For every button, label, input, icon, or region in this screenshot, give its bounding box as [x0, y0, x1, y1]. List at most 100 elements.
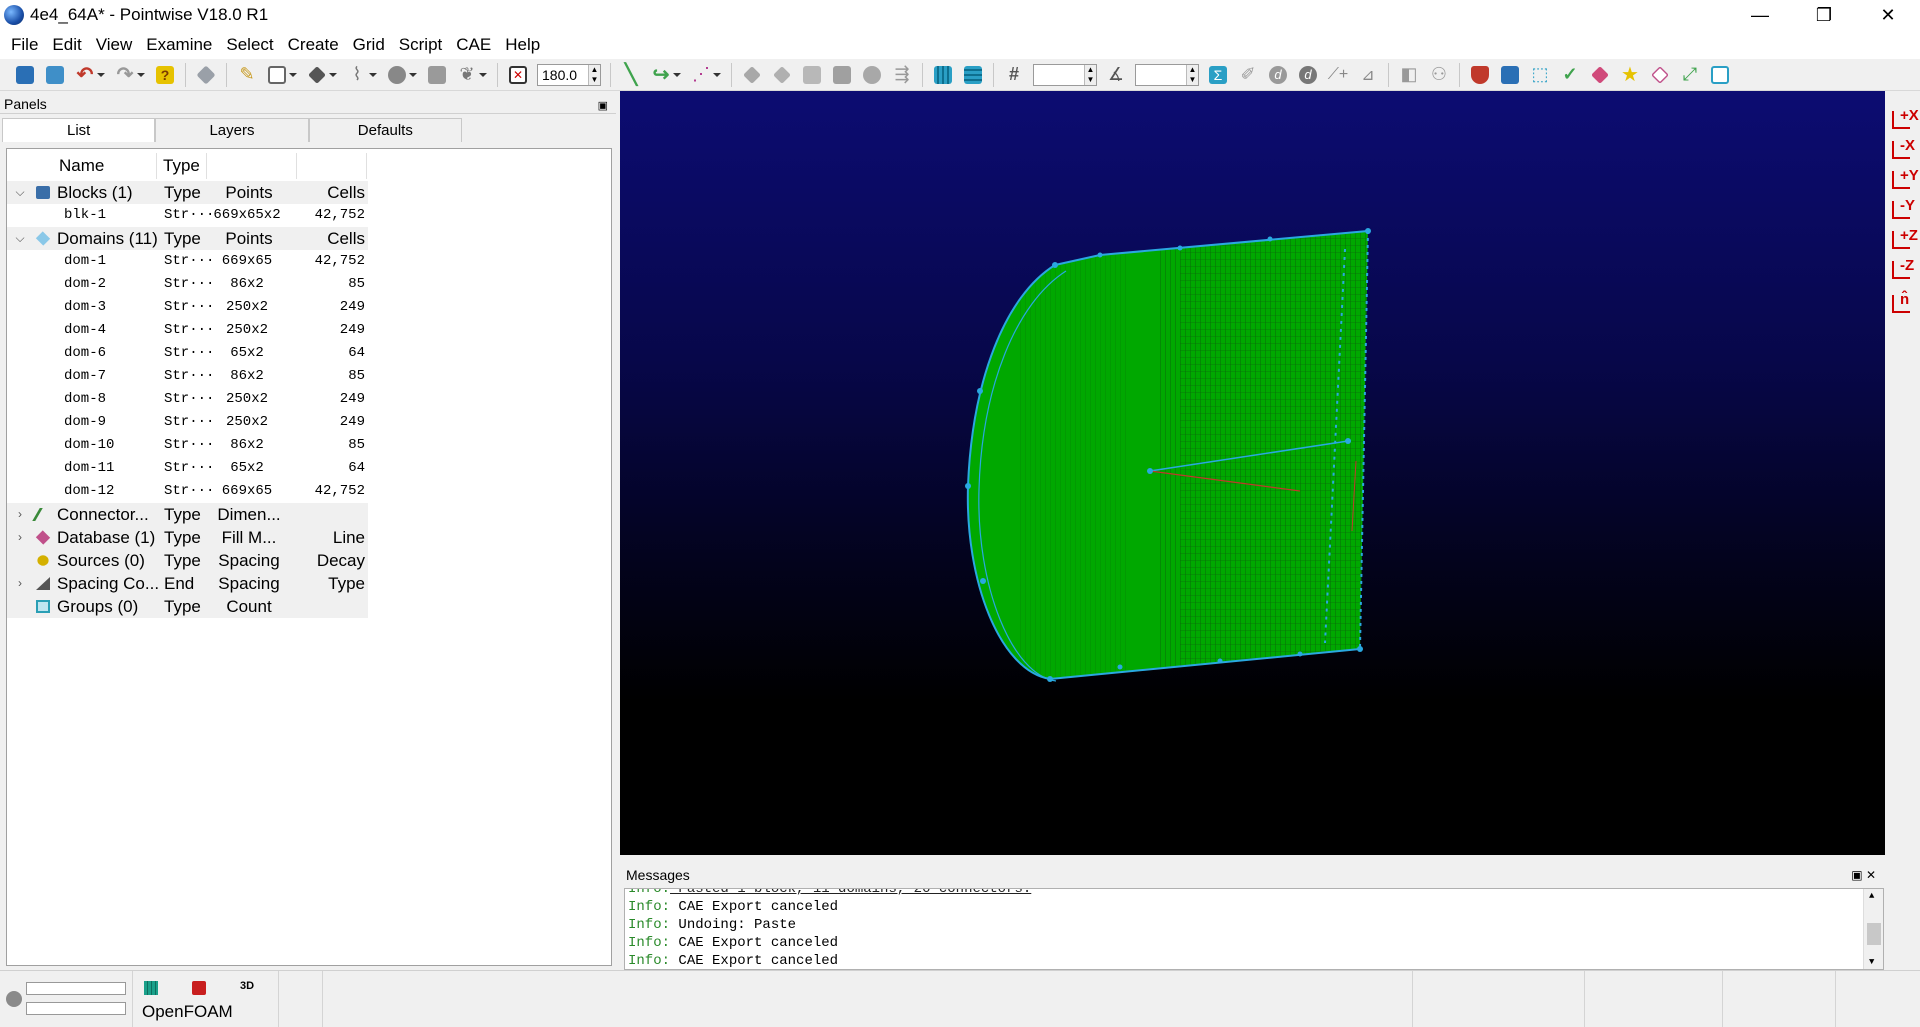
spacing-button[interactable]: ∡ — [1103, 62, 1129, 88]
minimize-button[interactable]: — — [1728, 0, 1792, 30]
save-as-button[interactable] — [42, 62, 68, 88]
sphere-button[interactable] — [384, 62, 417, 88]
sum-button[interactable]: Σ — [1205, 62, 1231, 88]
domain-row[interactable]: dom-8 Str··· 250x2 249 — [7, 388, 368, 411]
3d-mode-button[interactable]: 3D — [240, 980, 254, 992]
select-box-button[interactable] — [264, 62, 297, 88]
dimension-button[interactable]: # — [1001, 62, 1027, 88]
revolve-button[interactable] — [859, 62, 885, 88]
float-panel-icon[interactable]: ▣ — [598, 96, 608, 116]
messages-log[interactable]: Info: Pasted 1 block, 11 domains, 26 con… — [624, 888, 1884, 970]
domain-button[interactable] — [769, 62, 795, 88]
column-4[interactable] — [297, 153, 367, 179]
create-curve-button[interactable]: ↪ — [648, 62, 681, 88]
column-3[interactable] — [207, 153, 297, 179]
menu-examine[interactable]: Examine — [139, 35, 219, 55]
block-solve-button[interactable] — [1497, 62, 1523, 88]
expand-icon[interactable]: › — [13, 526, 27, 549]
view-plus-z-button[interactable]: +Z — [1889, 227, 1918, 253]
view-minus-z-button[interactable]: -Z — [1889, 257, 1917, 283]
block-button[interactable] — [829, 62, 855, 88]
redo-button[interactable]: ↷ — [112, 62, 145, 88]
tree-group-domains[interactable]: ⌵ Domains (11) Type Points Cells — [7, 227, 368, 250]
collapse-icon[interactable]: ⌵ — [13, 227, 27, 250]
brush-button[interactable]: ✎ — [234, 62, 260, 88]
curve-select-button[interactable]: ⌇ — [344, 62, 377, 88]
menu-grid[interactable]: Grid — [346, 35, 392, 55]
show-grid-button[interactable] — [930, 62, 956, 88]
view-minus-x-button[interactable]: -X — [1889, 137, 1917, 163]
restore-button[interactable]: ❐ — [1792, 0, 1856, 30]
messages-window-controls[interactable]: ▣ ✕ — [1851, 865, 1876, 885]
domain-row[interactable]: dom-6 Str··· 65x2 64 — [7, 342, 368, 365]
tree-group-source[interactable]: Sources (0) Type Spacing Decay — [7, 549, 368, 572]
domain-row[interactable]: dom-7 Str··· 86x2 85 — [7, 365, 368, 388]
menu-script[interactable]: Script — [392, 35, 449, 55]
spacing-spinner[interactable]: ▲ ▼ — [1186, 64, 1198, 85]
check-button[interactable]: ✓ — [1557, 62, 1583, 88]
domain-row[interactable]: dom-10 Str··· 86x2 85 — [7, 434, 368, 457]
database-button[interactable] — [1647, 62, 1673, 88]
diamond-select-button[interactable] — [304, 62, 337, 88]
distribution-a-button[interactable]: d — [1265, 62, 1291, 88]
boundary-conditions-button[interactable]: ⬚ — [1527, 62, 1553, 88]
menu-help[interactable]: Help — [498, 35, 547, 55]
rotation-angle-spinner[interactable]: ▲ ▼ — [588, 64, 600, 85]
view-minus-y-button[interactable]: -Y — [1889, 197, 1917, 223]
add-point-button[interactable]: ⟋+ — [1325, 62, 1351, 88]
save-button[interactable] — [12, 62, 38, 88]
mask-button[interactable] — [193, 62, 219, 88]
unstructured-block-icon[interactable] — [192, 981, 206, 995]
graphics-viewport[interactable] — [620, 91, 1885, 855]
tree-group-spacing-constraint[interactable]: › Spacing Co... End Spacing Type — [7, 572, 368, 595]
tab-defaults[interactable]: Defaults — [308, 118, 462, 142]
domain-row[interactable]: dom-3 Str··· 250x2 249 — [7, 296, 368, 319]
menu-create[interactable]: Create — [281, 35, 346, 55]
grid-view-button[interactable] — [424, 62, 450, 88]
menu-file[interactable]: File — [4, 35, 45, 55]
examine-plot-button[interactable]: ⚇ — [1426, 62, 1452, 88]
view-plus-x-button[interactable]: +X — [1889, 107, 1919, 133]
menu-cae[interactable]: CAE — [449, 35, 498, 55]
scrollbar-thumb[interactable] — [1867, 923, 1881, 945]
tree-group-database[interactable]: ›Database (1)TypeFill M...Line Mode — [7, 526, 368, 570]
domain-row[interactable]: dom-2 Str··· 86x2 85 — [7, 273, 368, 296]
view-normal-button[interactable]: n̂ — [1889, 291, 1917, 317]
collapse-icon[interactable]: ⌵ — [13, 181, 27, 204]
column-name[interactable]: Name — [7, 153, 157, 179]
view-options-button[interactable]: ❦ — [454, 62, 487, 88]
tab-list[interactable]: List — [2, 118, 156, 142]
expand-icon[interactable]: › — [13, 572, 27, 595]
undo-button[interactable]: ↶ — [72, 62, 105, 88]
rotate-point-button[interactable]: ✕ — [505, 62, 531, 88]
spacing-input[interactable]: ▲ ▼ — [1135, 63, 1199, 86]
help-button[interactable]: ? — [152, 62, 178, 88]
dimension-spinner[interactable]: ▲ ▼ — [1084, 64, 1096, 85]
remove-point-button[interactable]: ⊿ — [1355, 62, 1381, 88]
rotation-angle-input[interactable]: 180.0 ▲ ▼ — [537, 63, 601, 86]
create-points-button[interactable]: ⋰ — [688, 62, 721, 88]
cae-solver-label[interactable]: OpenFOAM — [142, 1002, 233, 1022]
diagnostics-button[interactable] — [1587, 62, 1613, 88]
tree-group-blocks[interactable]: ⌵ Blocks (1) Type Points Cells — [7, 181, 368, 204]
column-type[interactable]: Type — [157, 153, 207, 179]
domain-row[interactable]: dom-4 Str··· 250x2 249 — [7, 319, 368, 342]
view-plus-y-button[interactable]: +Y — [1889, 167, 1919, 193]
create-line-button[interactable]: ╲ — [618, 62, 644, 88]
domain-row[interactable]: dom-11 Str··· 65x2 64 — [7, 457, 368, 480]
tree-group-connector[interactable]: › Connector... Type Dimen... — [7, 503, 368, 526]
domain-row[interactable]: dom-12 Str··· 669x65 42,752 — [7, 480, 368, 503]
extrude-button[interactable] — [799, 62, 825, 88]
menu-edit[interactable]: Edit — [45, 35, 88, 55]
domain-row[interactable]: dom-1 Str··· 669x65 42,752 — [7, 250, 368, 273]
tab-layers[interactable]: Layers — [155, 118, 309, 142]
structured-grid-icon[interactable] — [144, 981, 158, 995]
menu-view[interactable]: View — [89, 35, 140, 55]
fit-view-button[interactable] — [1707, 62, 1733, 88]
menu-select[interactable]: Select — [219, 35, 280, 55]
edit-spacing-button[interactable]: ✐ — [1235, 62, 1261, 88]
solver-button[interactable] — [1467, 62, 1493, 88]
close-button[interactable]: ✕ — [1856, 0, 1920, 30]
sources-button[interactable]: ★ — [1617, 62, 1643, 88]
tree-group-group[interactable]: Groups (0) Type Count — [7, 595, 368, 618]
